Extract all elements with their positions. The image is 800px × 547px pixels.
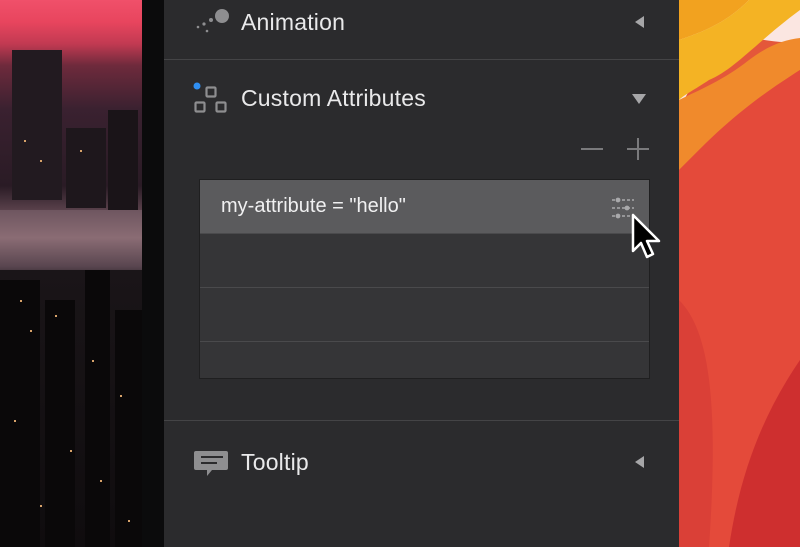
- table-row[interactable]: [200, 342, 649, 378]
- wallpaper-building: [66, 128, 106, 208]
- wallpaper-building: [108, 110, 138, 210]
- mouse-cursor-icon: [631, 213, 661, 259]
- wallpaper-city-foreground: [0, 270, 142, 547]
- add-attribute-button[interactable]: [625, 136, 651, 162]
- disclosure-triangle-down-icon[interactable]: [631, 91, 647, 105]
- desktop-wallpaper-right: [679, 0, 800, 547]
- section-divider: [164, 59, 679, 60]
- section-header-custom-attributes[interactable]: Custom Attributes: [164, 73, 679, 123]
- custom-attributes-table: my-attribute = "hello": [199, 179, 650, 379]
- section-title-tooltip: Tooltip: [241, 448, 309, 475]
- section-title-custom-attributes: Custom Attributes: [241, 84, 426, 111]
- disclosure-triangle-left-icon[interactable]: [633, 455, 647, 469]
- attribute-text: my-attribute = "hello": [221, 195, 406, 217]
- section-divider: [164, 420, 679, 421]
- remove-attribute-button[interactable]: [579, 136, 605, 162]
- custom-attributes-icon: [193, 82, 227, 113]
- wallpaper-building: [12, 50, 62, 200]
- disclosure-triangle-left-icon[interactable]: [633, 15, 647, 29]
- section-header-tooltip[interactable]: Tooltip: [164, 437, 679, 487]
- inspector-panel: Animation Custom Attributes my-attribute…: [164, 0, 679, 547]
- tooltip-icon: [194, 451, 228, 476]
- window-edge: [142, 0, 164, 547]
- table-row[interactable]: my-attribute = "hello": [200, 180, 649, 234]
- table-row[interactable]: [200, 288, 649, 342]
- screen: Animation Custom Attributes my-attribute…: [0, 0, 800, 547]
- desktop-wallpaper-left: [0, 0, 142, 547]
- table-row[interactable]: [200, 234, 649, 288]
- section-header-animation[interactable]: Animation: [164, 0, 679, 47]
- animation-icon: [196, 9, 229, 33]
- section-title-animation: Animation: [241, 8, 346, 35]
